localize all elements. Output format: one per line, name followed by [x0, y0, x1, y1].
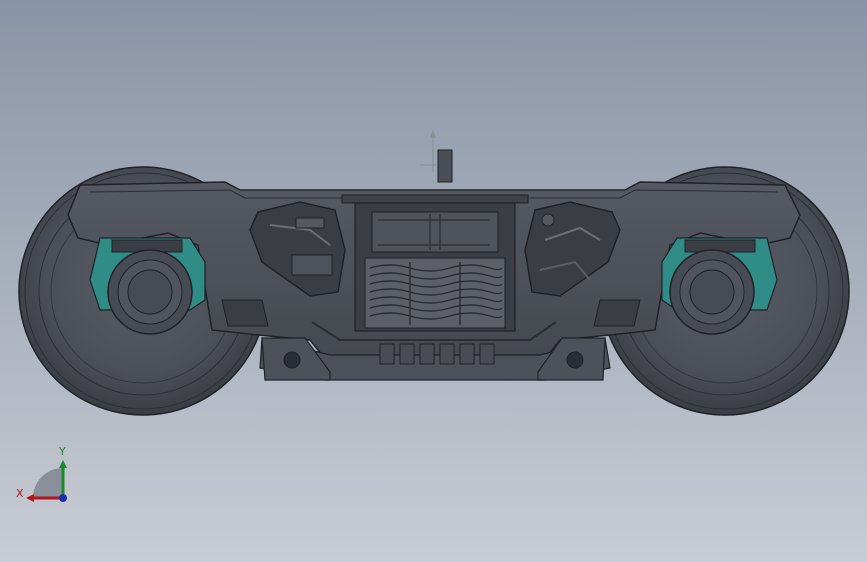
triad-y-arrowhead: [59, 460, 67, 468]
triad-y-label: Y: [58, 445, 66, 458]
triad-x-arrowhead: [26, 494, 34, 502]
reference-triad: X Y: [16, 445, 67, 502]
triad-x-label: X: [16, 487, 24, 500]
triad-plane-indicator: [33, 468, 63, 498]
top-pin: [420, 130, 453, 183]
triad-z-axis: [59, 494, 67, 502]
cad-viewport[interactable]: X Y: [0, 0, 867, 562]
